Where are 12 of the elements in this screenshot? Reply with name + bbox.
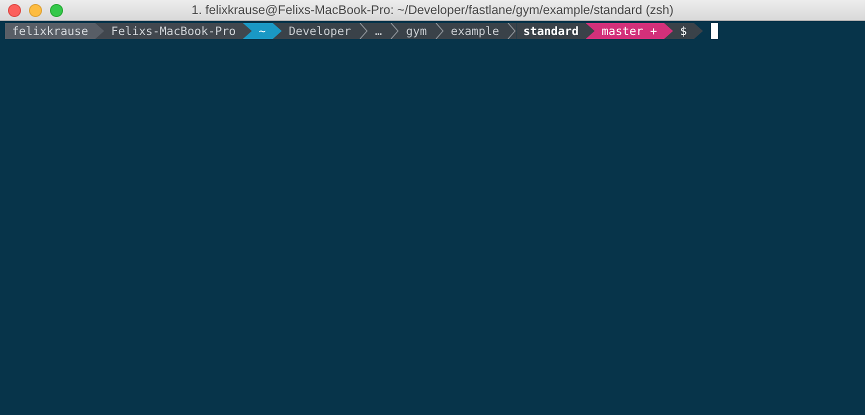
host-segment: Felixs-MacBook-Pro [95, 23, 252, 39]
minimize-button[interactable] [29, 4, 42, 17]
close-button[interactable] [8, 4, 21, 17]
user-segment: felixkrause [5, 23, 104, 39]
text-cursor [710, 23, 718, 39]
current-directory-segment: standard [516, 23, 595, 39]
directory-segment: example [444, 23, 506, 39]
directory-segment: gym [398, 23, 434, 39]
chevron-icon [506, 23, 516, 39]
window-title: 1. felixkrause@Felixs-MacBook-Pro: ~/Developer/fastlane/gym/example/standard (zsh) [192, 3, 674, 17]
directory-segment: … [368, 23, 389, 39]
zoom-button[interactable] [50, 4, 63, 17]
